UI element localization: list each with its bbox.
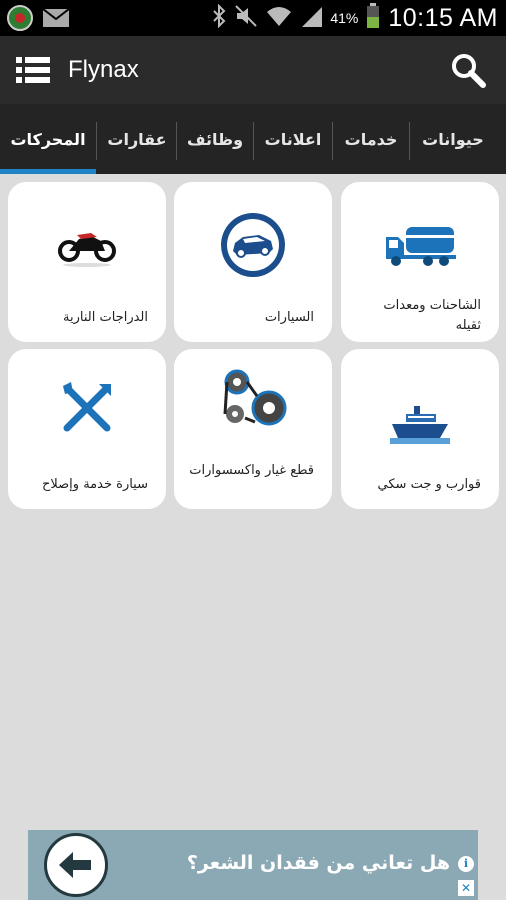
arrow-left-icon[interactable]	[44, 833, 108, 897]
battery-icon	[366, 3, 380, 33]
engine-parts-icon	[174, 357, 332, 447]
category-tile-boats[interactable]: قوارب و جت سكي	[341, 349, 499, 509]
ad-text: هل تعاني من فقدان الشعر؟	[186, 852, 450, 874]
category-label: سيارة خدمة وإصلاح	[42, 477, 148, 492]
mail-icon	[42, 7, 70, 33]
tab-label: وظائف	[186, 129, 244, 149]
tab-jobs[interactable]: وظائف	[178, 104, 252, 174]
tab-divider	[332, 122, 333, 160]
tab-label: عقارات	[107, 129, 167, 149]
category-tile-parts[interactable]: قطع غيار واكسسوارات	[174, 349, 332, 509]
category-tile-trucks[interactable]: الشاحنات ومعدات ثقيله	[341, 182, 499, 342]
tab-animals[interactable]: حيوانات	[410, 104, 496, 174]
tab-divider	[253, 122, 254, 160]
tab-services[interactable]: خدمات	[334, 104, 408, 174]
tab-ads[interactable]: اعلانات	[254, 104, 332, 174]
app-title: Flynax	[68, 56, 139, 83]
car-icon	[174, 200, 332, 290]
tab-label: اعلانات	[264, 129, 322, 149]
tab-label: خدمات	[344, 129, 398, 149]
tab-real-estate[interactable]: عقارات	[98, 104, 176, 174]
active-tab-indicator	[0, 169, 96, 174]
tab-divider	[176, 122, 177, 160]
tab-divider	[409, 122, 410, 160]
category-label: الدراجات النارية	[63, 310, 148, 325]
clock: 10:15 AM	[388, 3, 498, 32]
motorcycle-icon	[8, 200, 166, 290]
boat-icon	[341, 379, 499, 469]
wifi-icon	[266, 4, 292, 32]
category-label: قوارب و جت سكي	[377, 477, 481, 492]
truck-icon	[341, 200, 499, 290]
tools-icon	[8, 363, 166, 453]
search-icon[interactable]	[450, 52, 486, 92]
battery-percent: 41%	[330, 10, 359, 26]
tab-motors[interactable]: المحركات	[0, 104, 96, 174]
category-label: الشاحنات ومعدات ثقيله	[383, 298, 481, 333]
category-tabs: حيوانات خدمات اعلانات وظائف عقارات المحر…	[0, 104, 506, 174]
category-tile-cars[interactable]: السيارات	[174, 182, 332, 342]
menu-icon[interactable]	[16, 56, 50, 88]
app-notification-icon	[6, 4, 34, 36]
category-label: قطع غيار واكسسوارات	[189, 463, 314, 478]
ad-info-icon[interactable]: i	[458, 856, 474, 872]
bluetooth-icon	[212, 3, 226, 32]
mute-icon	[234, 4, 258, 32]
ad-close-icon[interactable]: ✕	[458, 880, 474, 896]
category-tile-service[interactable]: سيارة خدمة وإصلاح	[8, 349, 166, 509]
status-bar: 41% 10:15 AM	[0, 0, 506, 36]
tab-label: حيوانات	[422, 129, 484, 149]
ad-banner[interactable]: هل تعاني من فقدان الشعر؟ i ✕	[28, 830, 478, 900]
tab-divider	[96, 122, 97, 160]
category-tile-motorcycles[interactable]: الدراجات النارية	[8, 182, 166, 342]
signal-icon	[300, 5, 323, 31]
category-label: السيارات	[264, 310, 314, 325]
app-bar: Flynax	[0, 36, 506, 104]
tab-label: المحركات	[10, 129, 86, 149]
